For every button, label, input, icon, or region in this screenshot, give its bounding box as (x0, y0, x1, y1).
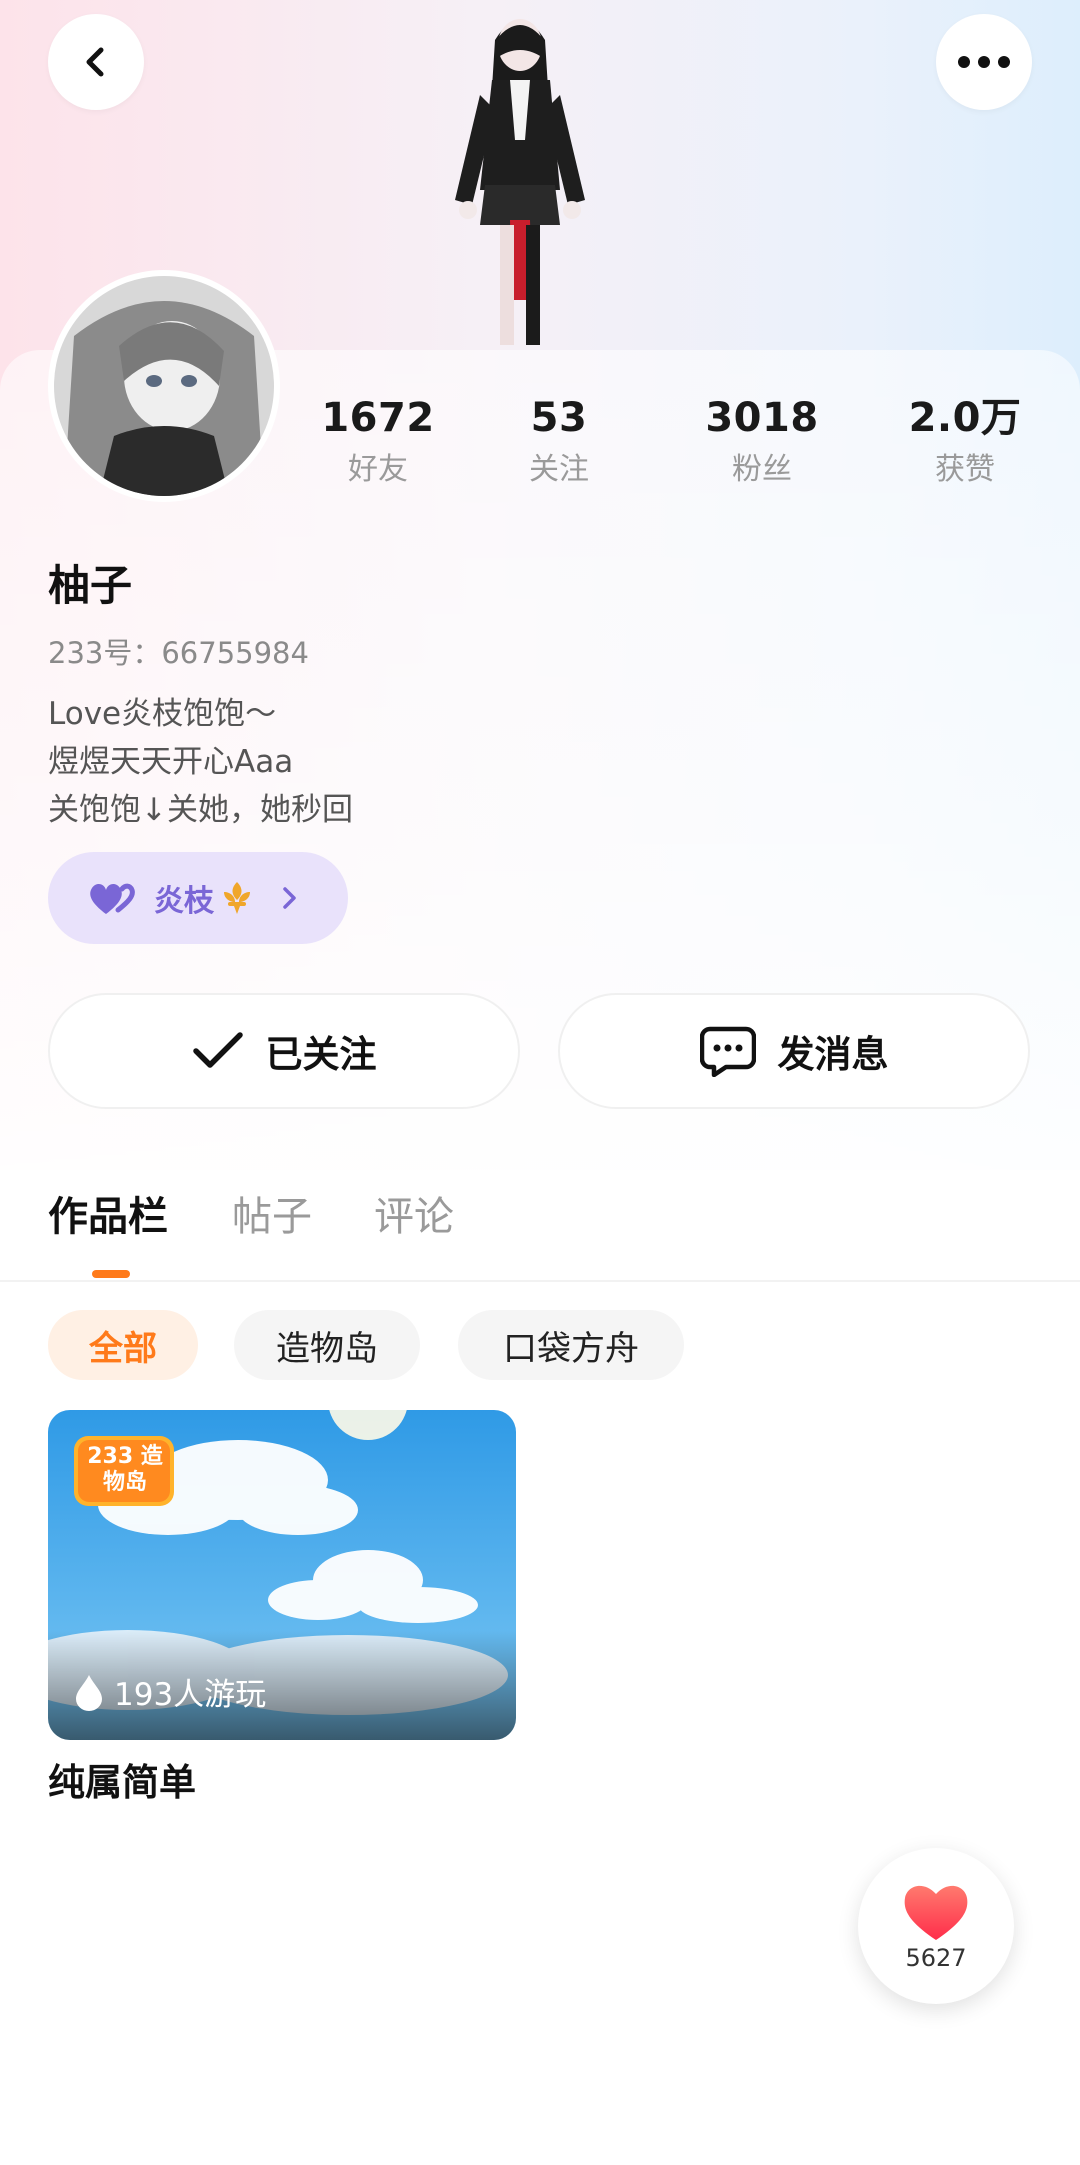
bio-line: 煜煜天天开心Aaa (48, 744, 294, 780)
message-button[interactable]: 发消息 (558, 993, 1030, 1109)
checkmark-icon (192, 1032, 243, 1068)
message-button-label: 发消息 (777, 1033, 889, 1076)
tab-divider (0, 1280, 1080, 1282)
more-options-button[interactable] (936, 14, 1032, 110)
double-heart-icon (90, 883, 135, 914)
more-dots-icon (958, 56, 1010, 68)
tab-comments[interactable]: 评论 (374, 1184, 454, 1242)
flame-icon (76, 1674, 102, 1711)
profile-bio: Love炎枝饱饱～ 煜煜天天开心Aaa 关饱饱↓关她，她秒回 (48, 690, 353, 834)
fan-group-chip[interactable]: 炎枝 (48, 852, 348, 944)
stat-likes-value: 2.0万 (908, 395, 1022, 441)
tab-posts[interactable]: 帖子 (232, 1184, 312, 1242)
game-logo: 233 造物岛 (87, 1444, 163, 1495)
stat-followers-value: 3018 (705, 395, 819, 441)
stat-friends-value: 1672 (321, 395, 435, 441)
like-count: 5627 (905, 1944, 967, 1972)
stat-followers-label: 粉丝 (732, 452, 792, 487)
active-tab-indicator (92, 1270, 130, 1278)
follow-button[interactable]: 已关注 (48, 993, 520, 1109)
follow-button-label: 已关注 (265, 1033, 377, 1076)
profile-name: 柚子 (48, 561, 133, 610)
stat-following-label: 关注 (529, 452, 589, 487)
filter-all[interactable]: 全部 (48, 1310, 198, 1380)
stat-friends-label: 好友 (348, 452, 408, 487)
tab-works[interactable]: 作品栏 (48, 1184, 168, 1242)
like-floating-button[interactable]: 5627 (858, 1848, 1014, 2004)
chat-bubble-icon (699, 1026, 756, 1077)
back-button[interactable] (48, 14, 144, 110)
stat-likes-label: 获赞 (935, 452, 995, 487)
chevron-right-icon (283, 887, 296, 909)
chevron-left-icon (86, 47, 104, 77)
avatar[interactable] (48, 270, 280, 502)
filter-pocket-ark[interactable]: 口袋方舟 (458, 1310, 684, 1380)
avatar-image (54, 276, 274, 496)
play-count: 193人游玩 (74, 1669, 266, 1714)
bio-line: 关饱饱↓关她，她秒回 (48, 792, 353, 828)
stat-following-value: 53 (530, 395, 588, 441)
stat-likes[interactable]: 2.0万 获赞 (885, 392, 1045, 490)
stat-followers[interactable]: 3018 粉丝 (682, 392, 842, 490)
fleur-badge-icon (224, 882, 250, 914)
work-title[interactable]: 纯属简单 (48, 1752, 196, 1806)
filter-creation-island[interactable]: 造物岛 (234, 1310, 420, 1380)
work-card[interactable]: 233 造物岛 193人游玩 (48, 1410, 516, 1740)
play-count-text: 193人游玩 (114, 1677, 267, 1713)
character-illustration (455, 19, 585, 345)
bio-line: Love炎枝饱饱～ (48, 696, 277, 732)
heart-icon (904, 1885, 968, 1940)
fan-group-name: 炎枝 (154, 884, 214, 919)
stat-friends[interactable]: 1672 好友 (298, 392, 458, 490)
stat-following[interactable]: 53 关注 (479, 392, 639, 490)
profile-uid[interactable]: 233号：66755984 (48, 630, 309, 672)
